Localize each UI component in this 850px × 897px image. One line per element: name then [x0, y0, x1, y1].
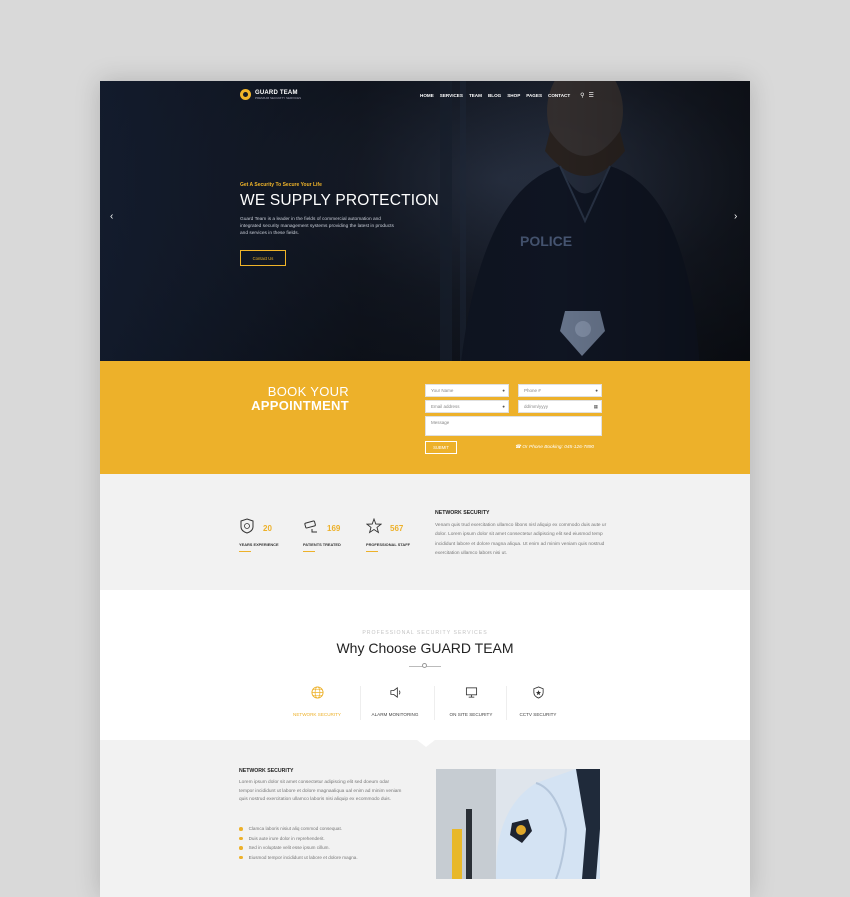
stat-label: PROFESSIONAL STAFF: [366, 542, 410, 547]
badge-icon: [240, 518, 254, 534]
logo[interactable]: GUARD TEAM PREMIUM SECURITY SERVICES: [240, 89, 301, 100]
tab-pointer: [417, 740, 435, 747]
stat-patients: 169 PATIENTS TREATED: [303, 518, 363, 552]
bullet-dot-icon: [239, 855, 243, 860]
stat-staff: 567 PROFESSIONAL STAFF: [365, 517, 426, 552]
website-frame: POLICE GUARD TEAM PREMIUM SECURITY SERVI…: [100, 81, 750, 897]
submit-button[interactable]: SUBMIT: [425, 441, 457, 454]
contact-us-button[interactable]: Contact Us: [240, 250, 286, 266]
name-placeholder: Your Name: [431, 388, 454, 393]
phone-booking-note: ☎ Or Phone Booking: 045-126-7890: [515, 445, 594, 450]
list-item-text: Clamca laboris nisiut aliq commod conseq…: [248, 826, 343, 831]
nav-contact[interactable]: CONTACT: [548, 93, 570, 98]
email-icon: ●: [502, 404, 505, 409]
menu-icon[interactable]: ☰: [589, 92, 594, 99]
tab-label: CCTV SECURITY: [519, 712, 557, 717]
globe-icon: [310, 686, 324, 699]
detail-heading: NETWORK SECURITY: [239, 768, 294, 774]
list-item-text: Sed in voluptate velit esse ipsum cillum…: [248, 845, 330, 851]
hero-description: Guard Team is a leader in the fields of …: [240, 217, 394, 237]
user-icon: ●: [502, 388, 505, 393]
detail-bullet-list: Clamca laboris nisiut aliq commod conseq…: [239, 824, 358, 862]
divider-dot: [422, 663, 427, 668]
message-field[interactable]: Message: [425, 416, 602, 436]
stat-label: PATIENTS TREATED: [303, 542, 341, 547]
booking-title-line2: APPOINTMENT: [251, 398, 349, 413]
stat-underline: [303, 551, 315, 552]
hero-title: WE SUPPLY PROTECTION: [240, 192, 439, 209]
why-title: Why Choose GUARD TEAM: [336, 640, 514, 656]
stat-underline: [239, 551, 251, 552]
list-item-text: Duis aute irure dolor in reprehenderit.: [248, 835, 325, 841]
slider-next-icon[interactable]: ›: [734, 211, 737, 222]
tab-alarm-monitoring[interactable]: ALARM MONITORING: [355, 686, 435, 717]
stat-years: 20 YEARS EXPERIENCE: [239, 518, 299, 552]
booking-section: BOOK YOUR APPOINTMENT Your Name ● Phone …: [100, 361, 750, 474]
nav-blog[interactable]: BLOG: [488, 93, 501, 98]
speaker-icon: [389, 687, 400, 698]
stats-section: 20 YEARS EXPERIENCE 169 PATIENTS TREATED…: [100, 474, 750, 590]
phone-icon: ●: [595, 388, 598, 393]
bullet-dot-icon: [239, 846, 243, 850]
why-kicker: PROFESSIONAL SECURITY SERVICES: [362, 630, 488, 636]
stat-label: YEARS EXPERIENCE: [239, 542, 279, 547]
nav-services[interactable]: SERVICES: [440, 93, 463, 98]
search-icon[interactable]: ⚲: [580, 92, 584, 99]
nav-team[interactable]: TEAM: [469, 93, 482, 98]
hero-content: Get A Security To Secure Your Life WE SU…: [240, 182, 440, 238]
nav-home[interactable]: HOME: [420, 93, 434, 98]
sheriff-star-icon: [365, 517, 383, 534]
message-placeholder: Message: [431, 420, 450, 425]
bullet-dot-icon: [239, 827, 243, 831]
tab-network-security[interactable]: NETWORK SECURITY: [277, 686, 357, 717]
date-placeholder: dd/mm/yyyy: [524, 404, 549, 409]
brand-tagline: PREMIUM SECURITY SERVICES: [255, 95, 302, 100]
calendar-icon[interactable]: ▦: [594, 404, 598, 410]
stat-underline: [366, 551, 378, 552]
shield-logo-icon: [240, 89, 251, 100]
phone-icon: ☎: [515, 445, 521, 450]
hero-kicker: Get A Security To Secure Your Life: [240, 182, 322, 188]
guard-uniform-illustration: [436, 769, 600, 879]
network-security-heading: NETWORK SECURITY: [435, 510, 490, 516]
tab-label: NETWORK SECURITY: [293, 712, 341, 717]
stat-number: 169: [327, 524, 341, 533]
brand-name: GUARD TEAM: [255, 89, 298, 96]
email-placeholder: Email address: [431, 404, 460, 409]
guard-photo: [436, 769, 600, 879]
network-security-text: Venam quis trud exercitation ullamco lib…: [435, 523, 607, 556]
hero-section: POLICE GUARD TEAM PREMIUM SECURITY SERVI…: [100, 81, 750, 361]
why-choose-section: PROFESSIONAL SECURITY SERVICES Why Choos…: [100, 590, 750, 740]
service-detail-section: NETWORK SECURITY Lorem ipsum dolor sit a…: [100, 740, 750, 897]
list-item: Sed in voluptate velit esse ipsum cillum…: [239, 843, 358, 853]
list-item: Clamca laboris nisiut aliq commod conseq…: [239, 824, 358, 834]
main-nav: HOME SERVICES TEAM BLOG SHOP PAGES CONTA…: [420, 92, 594, 99]
phone-booking-text: Or Phone Booking: 045-126-7890: [522, 445, 595, 450]
list-item-text: Eiusmod tempor incididunt ut labore et d…: [248, 854, 358, 860]
slider-prev-icon[interactable]: ‹: [110, 211, 113, 222]
booking-title-line1: BOOK YOUR: [267, 384, 349, 399]
phone-field[interactable]: Phone # ●: [518, 384, 602, 397]
date-field[interactable]: dd/mm/yyyy ▦: [518, 400, 602, 413]
cctv-camera-icon: [304, 520, 317, 533]
bullet-dot-icon: [239, 836, 243, 841]
tab-cctv-security[interactable]: CCTV SECURITY: [498, 686, 578, 717]
monitor-icon: [465, 687, 477, 698]
phone-placeholder: Phone #: [524, 388, 541, 393]
stat-number: 567: [390, 524, 404, 533]
booking-title: BOOK YOUR APPOINTMENT: [243, 385, 349, 413]
shield-icon: [532, 686, 544, 699]
email-field[interactable]: Email address ●: [425, 400, 509, 413]
name-field[interactable]: Your Name ●: [425, 384, 509, 397]
detail-text: Lorem ipsum dolor sit amet consectetur a…: [239, 780, 402, 803]
nav-shop[interactable]: SHOP: [507, 93, 520, 98]
tab-label: ALARM MONITORING: [371, 712, 419, 717]
list-item: Eiusmod tempor incididunt ut labore et d…: [239, 853, 358, 863]
stat-number: 20: [263, 524, 272, 533]
list-item: Duis aute irure dolor in reprehenderit.: [239, 834, 358, 844]
nav-pages[interactable]: PAGES: [526, 93, 542, 98]
